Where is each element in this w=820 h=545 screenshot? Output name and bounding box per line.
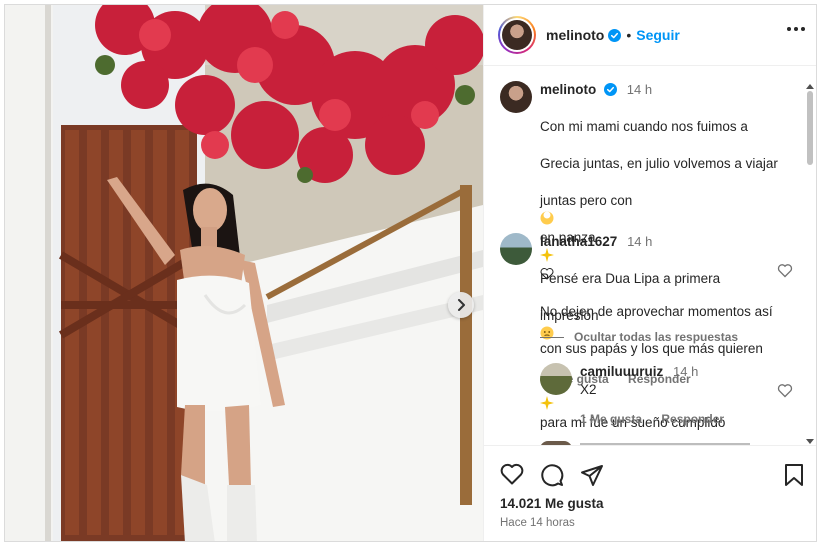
comment-avatar[interactable] xyxy=(500,233,532,265)
post-dialog: melinoto • Seguir melinoto 14 h Con mi m… xyxy=(4,4,817,542)
comment-username[interactable]: lanatha1627 xyxy=(540,234,617,249)
post-header: melinoto • Seguir xyxy=(484,5,816,66)
bookmark-icon[interactable] xyxy=(784,463,804,487)
comment-time: 14 h xyxy=(627,234,653,249)
reply-username[interactable]: camiluuuruiz xyxy=(580,364,663,379)
separator-dot: • xyxy=(626,27,632,43)
author-username[interactable]: melinoto xyxy=(546,27,604,43)
photo-scene xyxy=(5,5,483,541)
sparkles-emoji-icon xyxy=(540,396,554,410)
caption-username[interactable]: melinoto xyxy=(540,82,596,97)
caption-avatar[interactable] xyxy=(500,81,532,113)
verified-badge-icon xyxy=(608,28,622,42)
post-photo xyxy=(5,5,483,541)
reply-time: 14 h xyxy=(673,364,699,379)
chevron-right-icon xyxy=(458,299,465,311)
heart-icon[interactable] xyxy=(500,463,524,485)
heart-icon[interactable] xyxy=(777,383,793,398)
post-side-panel: melinoto • Seguir melinoto 14 h Con mi m… xyxy=(483,5,816,541)
post-actions: 14.021 Me gusta Hace 14 horas xyxy=(484,445,816,541)
more-options-icon[interactable] xyxy=(787,27,805,31)
reply-likes[interactable]: 1 Me gusta xyxy=(580,412,642,426)
reply-text: X2 xyxy=(580,382,597,397)
paper-plane-icon[interactable] xyxy=(580,463,604,487)
next-photo-button[interactable] xyxy=(448,292,474,318)
caption-time: 14 h xyxy=(626,82,653,97)
baby-emoji-icon xyxy=(540,211,554,225)
likes-count[interactable]: 14.021 Me gusta xyxy=(500,496,604,511)
comments-scrollbar[interactable] xyxy=(806,83,814,445)
comment-icon[interactable] xyxy=(540,463,564,487)
author-avatar[interactable] xyxy=(498,16,536,54)
heart-icon[interactable] xyxy=(777,263,793,278)
comment-text: Pensé era Dua Lipa a primera impresión xyxy=(540,251,790,362)
hide-replies-button[interactable]: Ocultar todas las respuestas xyxy=(540,330,738,344)
comments-list[interactable]: melinoto 14 h Con mi mami cuando nos fui… xyxy=(484,67,816,445)
verified-badge-icon xyxy=(604,83,618,96)
posted-time: Hace 14 horas xyxy=(500,517,575,529)
reply-button[interactable]: Responder xyxy=(661,412,724,426)
reply-avatar[interactable] xyxy=(540,363,572,395)
follow-button[interactable]: Seguir xyxy=(636,27,680,43)
